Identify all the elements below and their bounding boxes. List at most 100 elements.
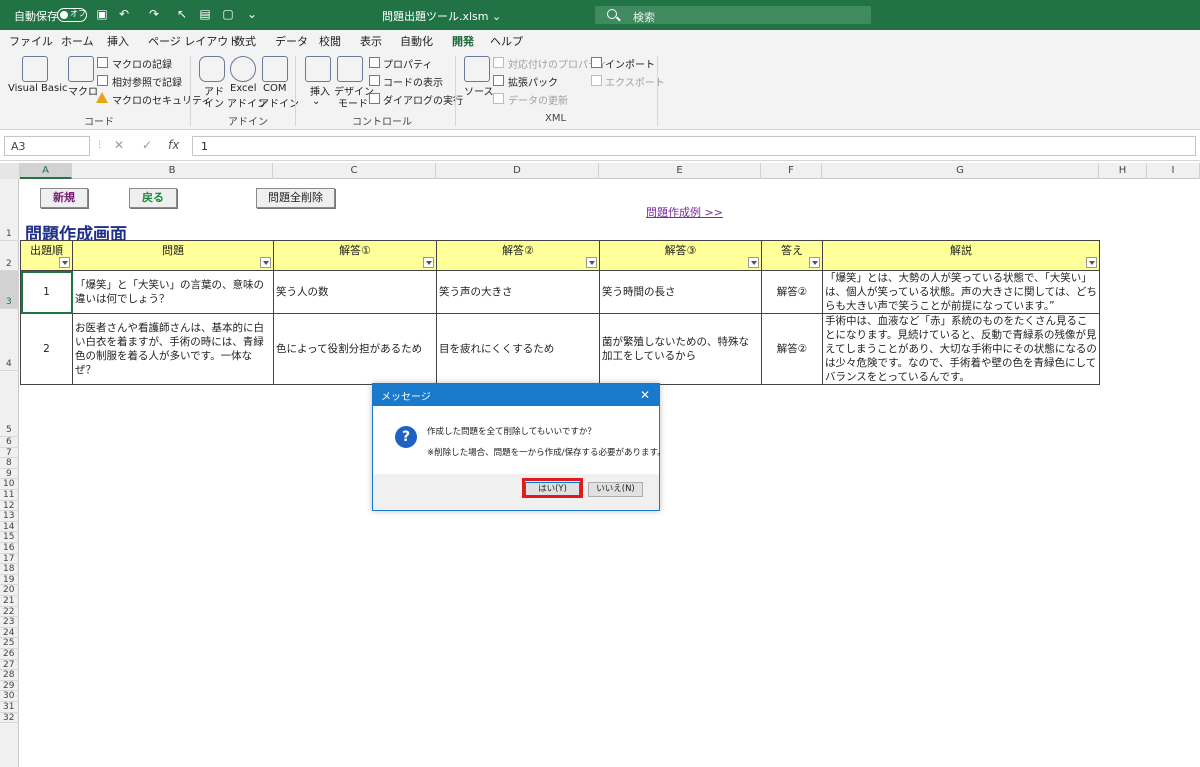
row-header-6[interactable]: 6 bbox=[0, 437, 19, 448]
addin-label-2[interactable]: イン bbox=[204, 95, 224, 110]
tab-home[interactable]: ホーム bbox=[61, 33, 94, 49]
row-header-24[interactable]: 24 bbox=[0, 628, 19, 639]
cell-explanation[interactable]: 手術中は、血液など「赤」系統のものをたくさん見ることになります。見続けていると、… bbox=[822, 313, 1100, 385]
filter-dropdown-icon[interactable] bbox=[423, 257, 434, 268]
cell-answer[interactable]: 解答② bbox=[761, 313, 823, 385]
cancel-icon[interactable]: ✕ bbox=[114, 138, 124, 152]
tab-developer[interactable]: 開発 bbox=[452, 33, 474, 53]
filter-dropdown-icon[interactable] bbox=[260, 257, 271, 268]
no-button[interactable]: いいえ(N) bbox=[588, 482, 643, 497]
filter-dropdown-icon[interactable] bbox=[586, 257, 597, 268]
pointer-icon[interactable]: ↖ bbox=[176, 8, 188, 21]
view-code-icon[interactable] bbox=[369, 75, 380, 86]
column-header-e[interactable]: E bbox=[599, 163, 761, 179]
row-header-2[interactable]: 2 bbox=[0, 241, 19, 271]
row-header-29[interactable]: 29 bbox=[0, 681, 19, 692]
delete-all-button[interactable]: 問題全削除 bbox=[256, 188, 335, 208]
toolbox-icon[interactable] bbox=[305, 56, 331, 82]
record-macro-icon[interactable] bbox=[97, 57, 108, 68]
expansion-packs-button[interactable]: 拡張パック bbox=[508, 74, 558, 89]
form-icon[interactable]: ▤ bbox=[199, 8, 211, 21]
new-button[interactable]: 新規 bbox=[40, 188, 88, 208]
cell-explanation[interactable]: 「爆笑」とは、大勢の人が笑っている状態で、「大笑い」は、個人が笑っている状態。声… bbox=[822, 270, 1100, 314]
row-header-1[interactable]: 1 bbox=[0, 179, 19, 241]
row-header-8[interactable]: 8 bbox=[0, 458, 19, 469]
record-macro-button[interactable]: マクロの記録 bbox=[112, 56, 172, 71]
row-header-20[interactable]: 20 bbox=[0, 585, 19, 596]
xml-source-icon[interactable] bbox=[464, 56, 490, 82]
column-header-i[interactable]: I bbox=[1147, 163, 1200, 179]
more-options-icon[interactable]: ⋮ bbox=[95, 140, 104, 150]
column-header-h[interactable]: H bbox=[1099, 163, 1147, 179]
tab-page-layout[interactable]: ページ レイアウト bbox=[148, 33, 239, 49]
filter-dropdown-icon[interactable] bbox=[809, 257, 820, 268]
tab-automate[interactable]: 自動化 bbox=[400, 33, 433, 49]
search-box[interactable]: 検索 bbox=[595, 6, 871, 24]
back-button[interactable]: 戻る bbox=[129, 188, 177, 208]
row-header-26[interactable]: 26 bbox=[0, 649, 19, 660]
row-header-4[interactable]: 4 bbox=[0, 309, 19, 371]
addin-icon[interactable] bbox=[199, 56, 225, 82]
column-header-f[interactable]: F bbox=[761, 163, 822, 179]
tab-insert[interactable]: 挿入 bbox=[107, 33, 129, 49]
row-header-10[interactable]: 10 bbox=[0, 479, 19, 490]
design-mode-label-2[interactable]: モード bbox=[338, 95, 368, 110]
filter-dropdown-icon[interactable] bbox=[59, 257, 70, 268]
row-header-31[interactable]: 31 bbox=[0, 702, 19, 713]
row-header-12[interactable]: 12 bbox=[0, 501, 19, 512]
example-link[interactable]: 問題作成例 >> bbox=[646, 204, 723, 220]
row-header-32[interactable]: 32 bbox=[0, 713, 19, 724]
import-button[interactable]: インポート bbox=[605, 56, 655, 71]
tab-file[interactable]: ファイル bbox=[9, 33, 53, 49]
tab-formulas[interactable]: 数式 bbox=[234, 33, 256, 49]
tab-help[interactable]: ヘルプ bbox=[490, 33, 523, 49]
properties-icon[interactable] bbox=[369, 57, 380, 68]
enter-icon[interactable]: ✓ bbox=[142, 138, 152, 152]
autosave-toggle[interactable]: オフ bbox=[57, 8, 87, 22]
redo-icon[interactable]: ↷ bbox=[148, 8, 160, 21]
row-header-9[interactable]: 9 bbox=[0, 469, 19, 480]
cell-question[interactable]: 「爆笑」と「大笑い」の言葉の、意味の違いは何でしょう？ bbox=[72, 270, 274, 314]
text-box-icon[interactable]: ▢ bbox=[222, 8, 234, 21]
cell-question[interactable]: お医者さんや看護師さんは、基本的に白い白衣を着ますが、手術の時には、青緑色の制服… bbox=[72, 313, 274, 385]
column-header-d[interactable]: D bbox=[436, 163, 599, 179]
customize-qat-icon[interactable]: ⌄ bbox=[246, 8, 258, 21]
macro-label[interactable]: マクロ bbox=[68, 83, 98, 98]
macro-icon[interactable] bbox=[68, 56, 94, 82]
cell-answer-2[interactable]: 笑う声の大きさ bbox=[436, 270, 600, 314]
row-header-5[interactable]: 5 bbox=[0, 371, 19, 437]
row-header-19[interactable]: 19 bbox=[0, 575, 19, 586]
com-addin-label-2[interactable]: アドイン bbox=[259, 95, 299, 110]
com-addin-label-1[interactable]: COM bbox=[263, 83, 286, 94]
row-header-21[interactable]: 21 bbox=[0, 596, 19, 607]
tab-data[interactable]: データ bbox=[275, 33, 308, 49]
undo-icon[interactable]: ↶ bbox=[118, 8, 130, 21]
column-header-a[interactable]: A bbox=[20, 163, 72, 179]
run-dialog-button[interactable]: ダイアログの実行 bbox=[383, 92, 463, 107]
row-header-16[interactable]: 16 bbox=[0, 543, 19, 554]
gear-icon[interactable] bbox=[230, 56, 256, 82]
com-addin-icon[interactable] bbox=[262, 56, 288, 82]
row-header-3[interactable]: 3 bbox=[0, 271, 19, 309]
insert-dropdown-icon[interactable]: ⌄ bbox=[312, 96, 320, 107]
column-header-c[interactable]: C bbox=[273, 163, 436, 179]
column-header-b[interactable]: B bbox=[72, 163, 273, 179]
row-header-30[interactable]: 30 bbox=[0, 691, 19, 702]
row-header-7[interactable]: 7 bbox=[0, 448, 19, 459]
row-header-28[interactable]: 28 bbox=[0, 670, 19, 681]
row-header-25[interactable]: 25 bbox=[0, 638, 19, 649]
import-icon[interactable] bbox=[591, 57, 602, 68]
expansion-packs-icon[interactable] bbox=[493, 75, 504, 86]
relative-ref-icon[interactable] bbox=[97, 75, 108, 86]
row-header-22[interactable]: 22 bbox=[0, 607, 19, 618]
cell-order[interactable]: 2 bbox=[20, 313, 73, 385]
row-header-15[interactable]: 15 bbox=[0, 532, 19, 543]
row-header-14[interactable]: 14 bbox=[0, 522, 19, 533]
cell-answer-2[interactable]: 目を疲れにくくするため bbox=[436, 313, 600, 385]
row-header-11[interactable]: 11 bbox=[0, 490, 19, 501]
cell-order[interactable]: 1 bbox=[20, 270, 73, 314]
visual-basic-label[interactable]: Visual Basic bbox=[8, 83, 68, 94]
run-dialog-icon[interactable] bbox=[369, 93, 380, 104]
visual-basic-icon[interactable] bbox=[22, 56, 48, 82]
cell-answer-1[interactable]: 笑う人の数 bbox=[273, 270, 437, 314]
